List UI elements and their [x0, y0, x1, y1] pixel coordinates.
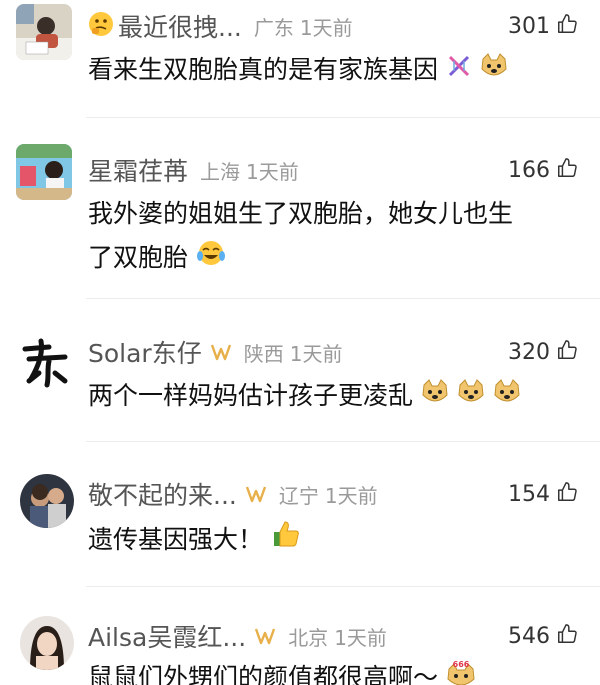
calligraphy-logo-icon — [22, 338, 68, 388]
timestamp: 1天前 — [334, 625, 387, 650]
like-count: 320 — [508, 339, 550, 365]
like-count: 166 — [508, 157, 550, 183]
comment-header: 星霜荏苒 上海 1天前 166 — [88, 152, 578, 188]
avatar[interactable] — [20, 616, 74, 670]
laughing-tears-icon — [196, 237, 226, 281]
location: 广东 — [253, 15, 294, 40]
doge-icon — [493, 375, 521, 419]
member-badge-icon — [245, 485, 267, 503]
timestamp: 1天前 — [324, 483, 378, 508]
avatar[interactable] — [16, 4, 72, 60]
like-count: 301 — [508, 13, 550, 39]
thinking-face-icon — [88, 11, 114, 41]
like-button[interactable]: 154 — [508, 481, 578, 507]
dna-icon — [446, 49, 472, 93]
comment-header: 最近很拽... 广东 1天前 301 — [88, 8, 578, 44]
thumbs-up-emoji-icon — [271, 519, 301, 563]
comment-header: Solar东仔 陕西 1天前 320 — [88, 334, 578, 370]
comment-text: 看来生双胞胎真的是有家族基因 — [88, 48, 578, 93]
doge-icon — [421, 375, 449, 419]
comment-text: 鼠鼠们外甥们的颜值都很高啊～ 666 — [88, 656, 578, 685]
thumbs-up-icon — [556, 157, 578, 183]
member-badge-icon — [254, 627, 276, 645]
avatar[interactable] — [18, 334, 74, 390]
member-badge-icon — [210, 343, 232, 361]
comment-header: 敬不起的来... 辽宁 1天前 154 — [88, 476, 578, 512]
thumbs-up-icon — [556, 339, 578, 365]
divider — [86, 586, 600, 587]
thumbs-up-icon — [556, 481, 578, 507]
like-count: 546 — [508, 623, 550, 649]
divider — [86, 117, 600, 118]
comment-text: 遗传基因强大！ — [88, 518, 578, 563]
timestamp: 1天前 — [246, 159, 299, 184]
avatar[interactable] — [20, 474, 74, 528]
thumbs-up-icon — [556, 623, 578, 649]
emoji-badge-text: 666 — [453, 660, 470, 669]
location: 辽宁 — [278, 483, 319, 508]
doge-icon — [480, 49, 508, 93]
like-button[interactable]: 320 — [508, 339, 578, 365]
username[interactable]: 最近很拽... — [118, 8, 242, 44]
comment-text: 我外婆的姐姐生了双胞胎，她女儿也生 了双胞胎 — [88, 192, 578, 281]
like-button[interactable]: 301 — [508, 13, 578, 39]
like-count: 154 — [508, 481, 550, 507]
divider — [86, 298, 600, 299]
location: 陕西 — [243, 341, 284, 366]
username[interactable]: Solar东仔 — [88, 334, 202, 370]
divider — [86, 441, 600, 442]
comment-header: Ailsa吴霞红... 北京 1天前 546 — [88, 618, 578, 654]
comment-text: 两个一样妈妈估计孩子更凌乱 — [88, 374, 578, 419]
username[interactable]: 敬不起的来... — [88, 476, 237, 512]
like-button[interactable]: 546 — [508, 623, 578, 649]
username[interactable]: 星霜荏苒 — [88, 152, 188, 188]
comment-feed: 最近很拽... 广东 1天前 301 看来生双胞胎真的是有家族基因 星霜荏苒 上… — [0, 0, 600, 685]
timestamp: 1天前 — [299, 15, 353, 40]
username[interactable]: Ailsa吴霞红... — [88, 618, 246, 654]
location: 北京 — [288, 625, 329, 650]
thumbs-up-icon — [556, 13, 578, 39]
like-button[interactable]: 166 — [508, 157, 578, 183]
location: 上海 — [200, 159, 241, 184]
doge-icon — [457, 375, 485, 419]
doge-666-icon: 666 — [446, 657, 476, 685]
timestamp: 1天前 — [289, 341, 343, 366]
avatar[interactable] — [16, 144, 72, 200]
